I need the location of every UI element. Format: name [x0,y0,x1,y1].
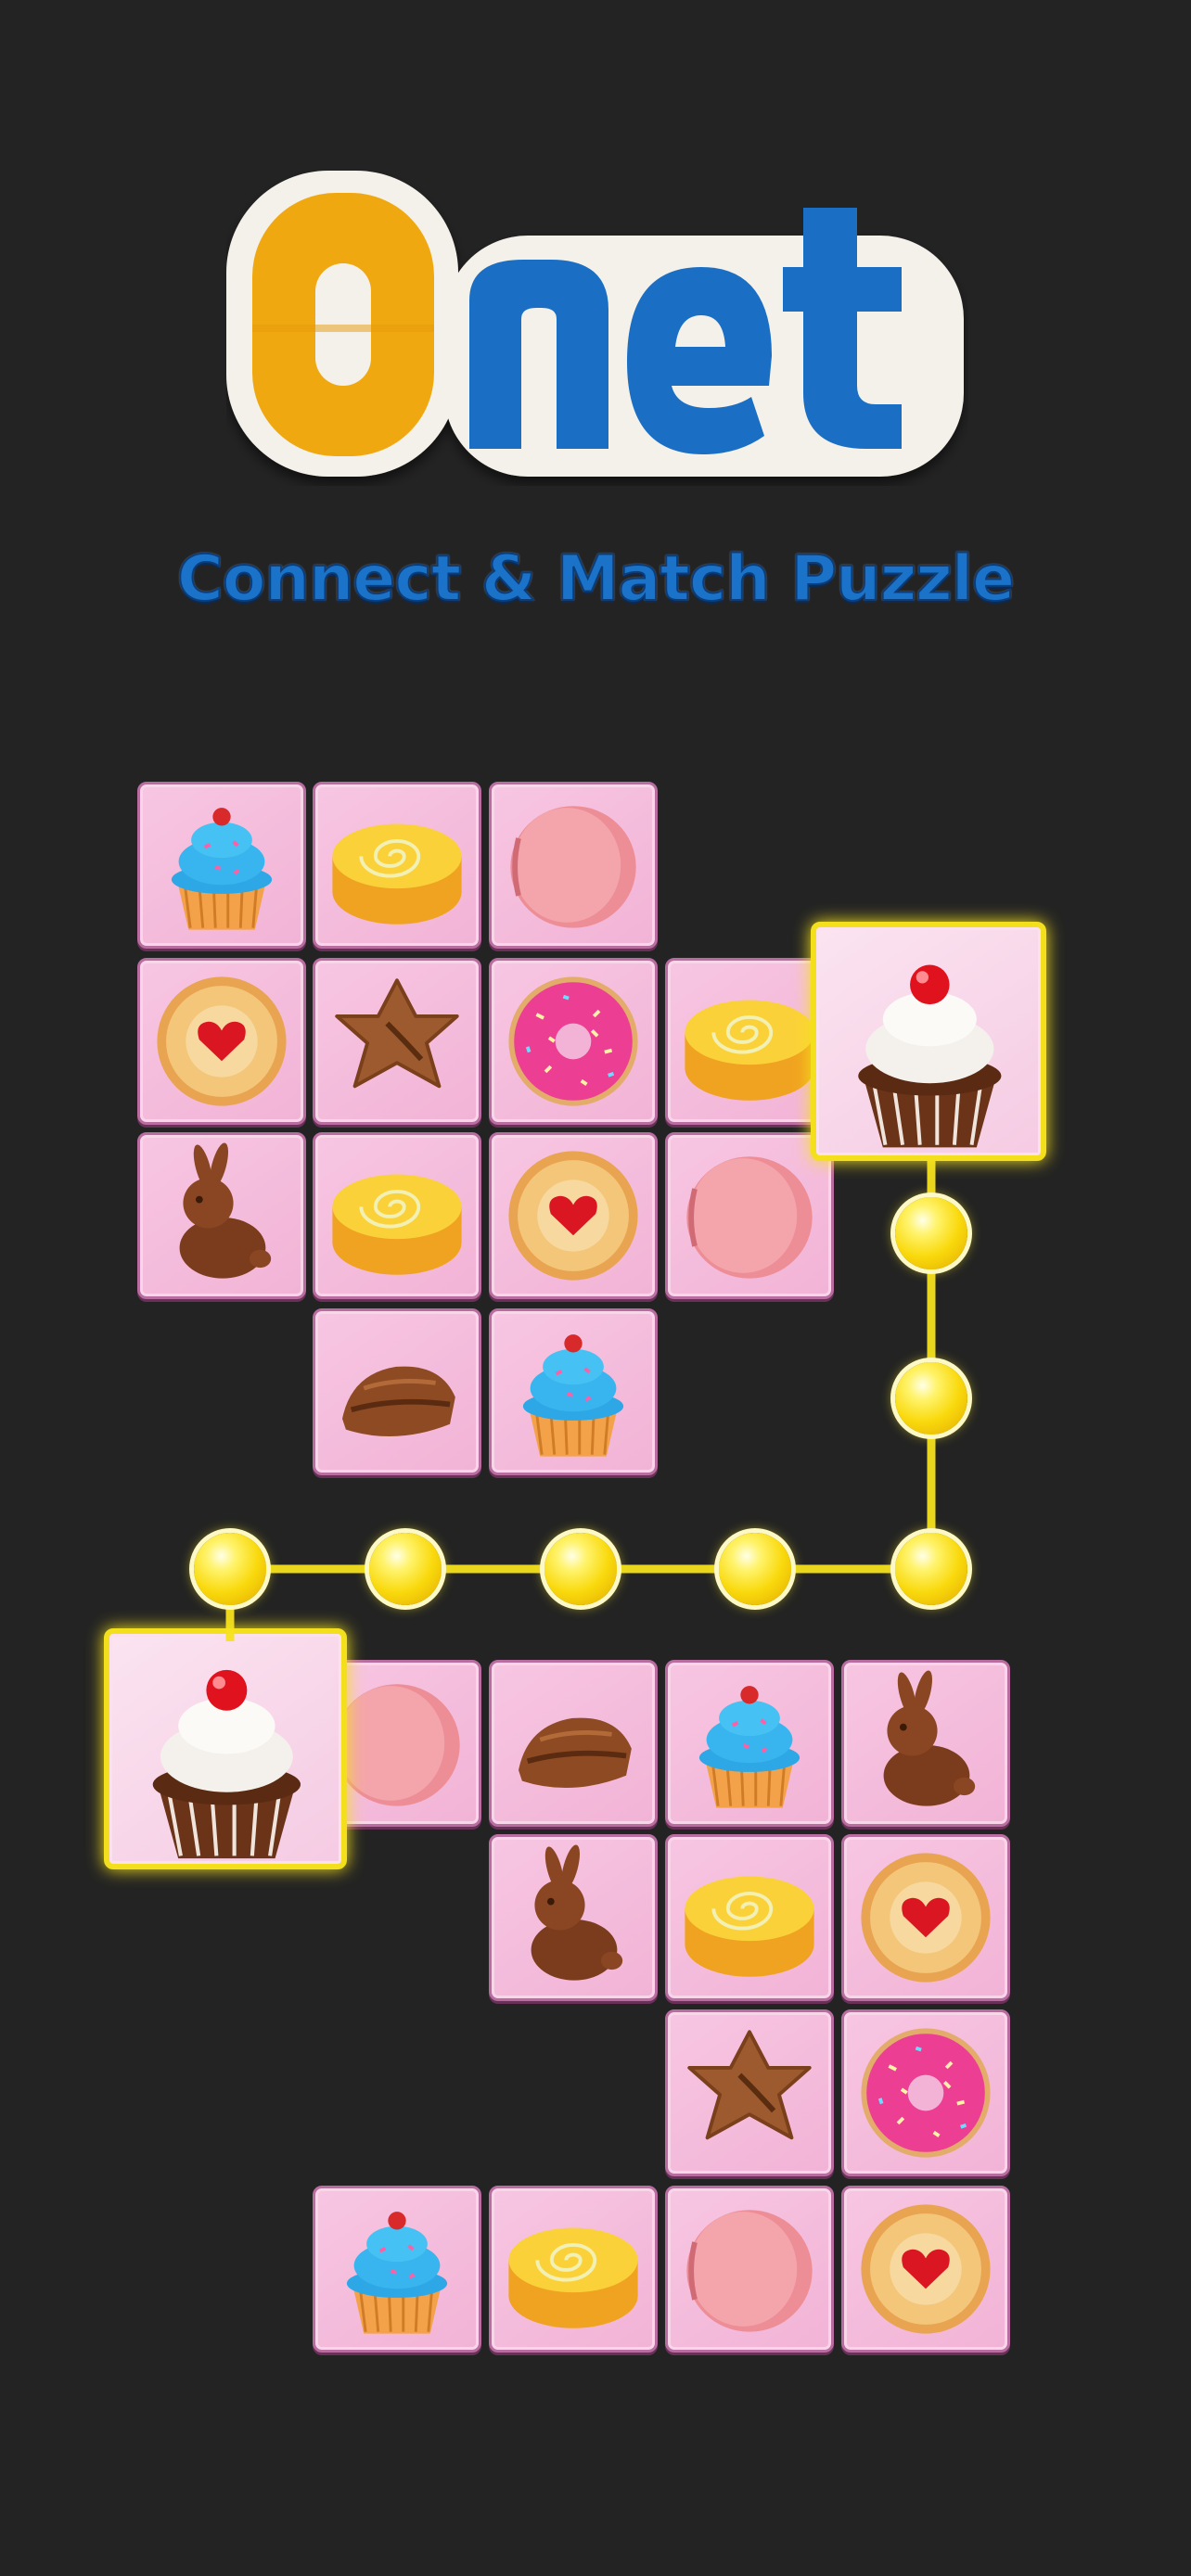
tile-r8c1[interactable] [313,2186,481,2353]
tile-r3c1[interactable] [313,1308,481,1475]
jam-cookie-icon [157,976,287,1106]
donut-icon [861,2028,991,2158]
tile-r0c2[interactable] [489,782,658,949]
macaron-icon [510,806,636,928]
jam-cookie-icon [861,1853,991,1983]
tile-r2c1[interactable] [313,1132,481,1299]
tile-r2c2[interactable] [489,1132,658,1299]
connection-dot [895,1362,967,1435]
game-board [0,0,1191,2576]
cupcake-blue-icon [171,808,273,930]
jam-cookie-icon [508,1151,638,1281]
swiss-roll-icon [508,2227,638,2328]
cupcake-cherry-icon [152,1669,301,1859]
connection-dot [719,1533,791,1605]
tile-r5c3[interactable] [665,1660,834,1827]
tile-r7c3[interactable] [665,2009,834,2176]
chocolate-star-icon [687,2030,812,2140]
tile-r0c1[interactable] [313,782,481,949]
tile-r1c2[interactable] [489,958,658,1125]
tile-r2c0[interactable] [137,1132,306,1299]
cupcake-blue-icon [346,2212,448,2334]
tile-r6c2[interactable] [489,1834,658,2001]
tile-r1c3[interactable] [665,958,834,1125]
jam-cookie-icon [861,2204,991,2334]
chocolate-truffle-icon [342,1366,455,1437]
tile-r0c0[interactable] [137,782,306,949]
tile-r5c4[interactable] [841,1660,1010,1827]
donut-icon [508,976,638,1106]
tile-r1c0[interactable] [137,958,306,1125]
chocolate-bunny-icon [531,1844,623,1981]
tile-sel-top[interactable] [811,922,1046,1161]
swiss-roll-icon [685,1000,814,1101]
tile-r6c3[interactable] [665,1834,834,2001]
connection-dot [369,1533,442,1605]
connection-dot [895,1197,967,1269]
tile-r3c2[interactable] [489,1308,658,1475]
tile-r6c4[interactable] [841,1834,1010,2001]
cupcake-cherry-icon [858,964,1002,1148]
chocolate-star-icon [335,978,459,1089]
connection-dot [194,1533,266,1605]
tile-r2c3[interactable] [665,1132,834,1299]
chocolate-bunny-icon [883,1670,976,1806]
macaron-icon [686,1156,813,1279]
connection-dot [895,1533,967,1605]
tile-r5c2[interactable] [489,1660,658,1827]
macaron-icon [686,2210,813,2332]
swiss-roll-icon [332,1174,462,1275]
tile-sel-bottom[interactable] [104,1628,347,1869]
tile-r7c4[interactable] [841,2009,1010,2176]
cupcake-blue-icon [522,1334,624,1457]
swiss-roll-icon [685,1876,814,1977]
tile-r8c3[interactable] [665,2186,834,2353]
tile-r8c4[interactable] [841,2186,1010,2353]
tile-r1c1[interactable] [313,958,481,1125]
tile-r8c2[interactable] [489,2186,658,2353]
cupcake-blue-icon [698,1686,800,1808]
swiss-roll-icon [332,823,462,925]
chocolate-bunny-icon [179,1142,272,1279]
connection-dot [544,1533,617,1605]
chocolate-truffle-icon [519,1717,632,1789]
